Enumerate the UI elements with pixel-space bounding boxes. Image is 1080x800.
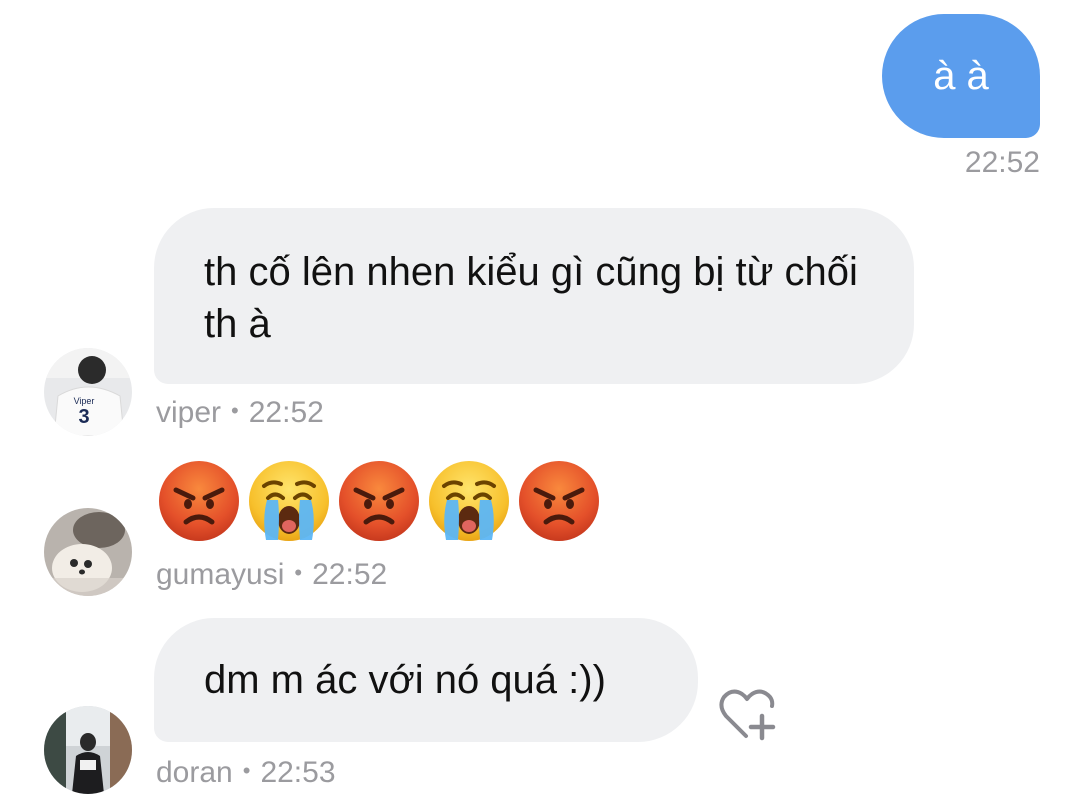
message-timestamp: 22:52 [312,558,388,591]
svg-text:Viper: Viper [74,396,95,406]
message-timestamp: 22:52 [964,146,1040,179]
angry-face-emoji [158,460,240,542]
avatar-image: Viper 3 [44,348,132,436]
sender-name: viper [156,396,222,429]
message-text: à à [933,54,989,98]
message-meta: doran • 22:53 [156,756,336,790]
message-meta: gumayusi • 22:52 [156,558,387,592]
message-text: dm m ác với nó quá :)) [204,658,606,702]
emoji-message[interactable] [158,460,600,542]
angry-face-emoji [518,460,600,542]
incoming-message-bubble[interactable]: dm m ác với nó quá :)) [154,618,698,742]
meta-separator: • [294,560,303,585]
angry-face-emoji [338,460,420,542]
avatar-image [44,508,132,596]
avatar-image [44,706,132,794]
svg-text:3: 3 [78,406,89,428]
avatar-gumayusi[interactable] [44,508,132,596]
heart-plus-icon[interactable] [718,686,780,744]
meta-separator: • [242,758,251,783]
meta-separator: • [231,398,239,423]
avatar-doran[interactable] [44,706,132,794]
message-timestamp: 22:53 [260,756,336,789]
message-timestamp: 22:52 [248,396,324,429]
message-text: th cố lên nhen kiểu gì cũng bị từ chối t… [204,250,858,346]
loudly-crying-face-emoji [428,460,510,542]
sender-name: doran [156,756,233,789]
chat-thread: à à 22:52 th cố lên nhen kiểu gì cũng bị… [0,0,1080,800]
avatar-viper[interactable]: Viper 3 [44,348,132,436]
sender-name: gumayusi [156,558,285,591]
incoming-message-bubble[interactable]: th cố lên nhen kiểu gì cũng bị từ chối t… [154,208,914,384]
outgoing-message-bubble[interactable]: à à [882,14,1040,138]
message-meta: viper • 22:52 [156,396,324,430]
loudly-crying-face-emoji [248,460,330,542]
